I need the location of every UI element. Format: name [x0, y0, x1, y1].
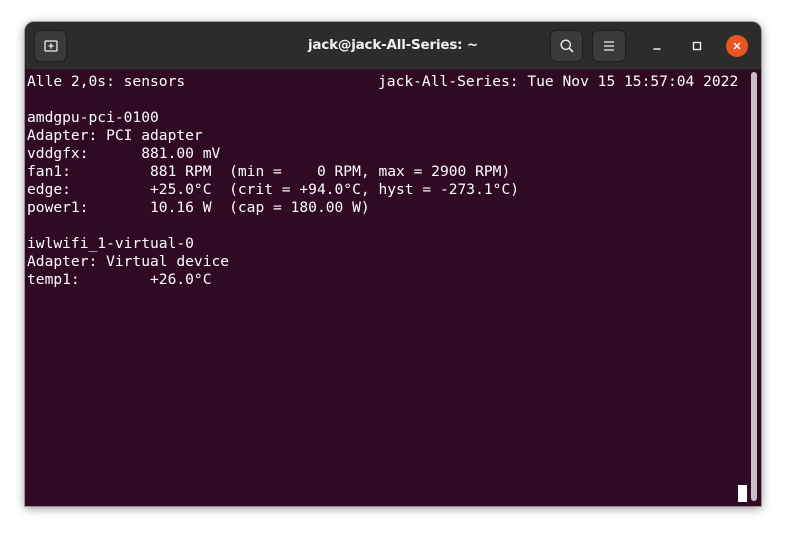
terminal-line: fan1: 881 RPM (min = 0 RPM, max = 2900 R… [27, 163, 511, 180]
terminal-window: jack@jack-All-Series: ~ Alle 2,0s: senso… [25, 22, 761, 506]
terminal-line: power1: 10.16 W (cap = 180.00 W) [27, 199, 370, 216]
terminal-line: Adapter: PCI adapter [27, 127, 203, 144]
terminal-output[interactable]: Alle 2,0s: sensors jack-All-Series: Tue … [25, 70, 761, 506]
minimize-icon [653, 48, 661, 50]
watch-header-host-time: jack-All-Series: Tue Nov 15 15:57:04 202… [378, 73, 739, 90]
terminal-line: amdgpu-pci-0100 [27, 109, 159, 126]
search-icon [560, 39, 574, 53]
terminal-line: vddgfx: 881.00 mV [27, 145, 221, 162]
scrollbar[interactable] [751, 72, 757, 501]
terminal-line: temp1: +26.0°C [27, 271, 212, 288]
search-button[interactable] [550, 30, 583, 62]
window-title: jack@jack-All-Series: ~ [307, 37, 478, 53]
maximize-button[interactable] [686, 35, 708, 57]
new-tab-button[interactable] [34, 30, 67, 62]
maximize-icon [692, 41, 702, 51]
new-tab-icon [43, 40, 58, 52]
title-bar[interactable]: jack@jack-All-Series: ~ [25, 22, 761, 70]
hamburger-menu-icon [604, 41, 614, 51]
menu-button[interactable] [592, 30, 626, 62]
close-button[interactable] [726, 35, 748, 57]
terminal-cursor [738, 485, 747, 502]
terminal-line: Adapter: Virtual device [27, 253, 230, 270]
minimize-button[interactable] [646, 35, 668, 57]
watch-header-command: Alle 2,0s: sensors [27, 73, 186, 90]
terminal-line: edge: +25.0°C (crit = +94.0°C, hyst = -2… [27, 181, 520, 198]
close-icon [733, 42, 741, 50]
terminal-line: iwlwifi_1-virtual-0 [27, 235, 194, 252]
